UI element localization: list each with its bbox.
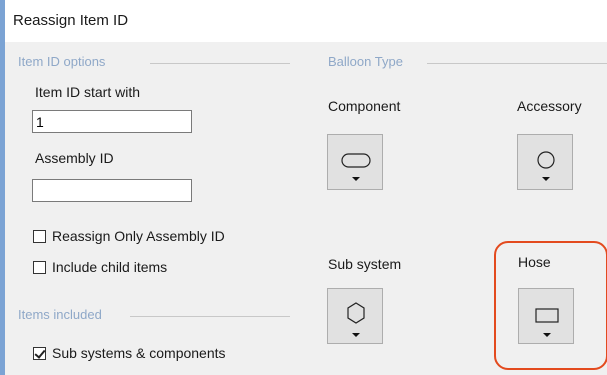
sub-systems-checkbox[interactable] (33, 346, 46, 360)
items-included-divider (130, 316, 290, 317)
reassign-only-assembly-checkbox[interactable] (33, 229, 46, 243)
reassign-only-assembly-label: Reassign Only Assembly ID (52, 228, 225, 244)
component-balloon-button[interactable] (327, 134, 383, 190)
assembly-id-input[interactable] (32, 179, 192, 202)
rounded-rectangle-icon (341, 153, 371, 181)
item-id-start-label: Item ID start with (35, 84, 141, 100)
balloon-type-divider (427, 63, 607, 64)
assembly-id-label: Assembly ID (35, 150, 114, 166)
accessory-balloon-button[interactable] (517, 134, 573, 190)
items-included-label: Items included (18, 307, 102, 322)
sub-systems-label: Sub systems & components (52, 345, 226, 361)
balloon-type-label: Balloon Type (328, 54, 403, 69)
include-child-items-checkbox[interactable] (33, 260, 46, 274)
include-child-items-checkbox-row[interactable]: Include child items (33, 259, 167, 275)
hexagon-icon (347, 302, 365, 337)
include-child-items-label: Include child items (52, 259, 168, 275)
reassign-item-id-dialog: Reassign Item ID Item ID options Item ID… (0, 0, 607, 375)
reassign-only-assembly-checkbox-row[interactable]: Reassign Only Assembly ID (33, 228, 225, 244)
circle-icon (537, 151, 555, 181)
accessory-label: Accessory (517, 98, 582, 114)
hose-highlight-annotation (494, 241, 607, 370)
sub-system-label: Sub system (328, 256, 402, 272)
dialog-title: Reassign Item ID (13, 12, 129, 29)
item-id-start-input[interactable] (32, 110, 192, 133)
sub-system-balloon-button[interactable] (327, 288, 383, 344)
component-label: Component (328, 98, 401, 114)
item-id-options-divider (150, 63, 290, 64)
sub-systems-checkbox-row[interactable]: Sub systems & components (33, 345, 226, 361)
item-id-options-label: Item ID options (18, 54, 106, 69)
title-bar: Reassign Item ID (5, 0, 607, 42)
